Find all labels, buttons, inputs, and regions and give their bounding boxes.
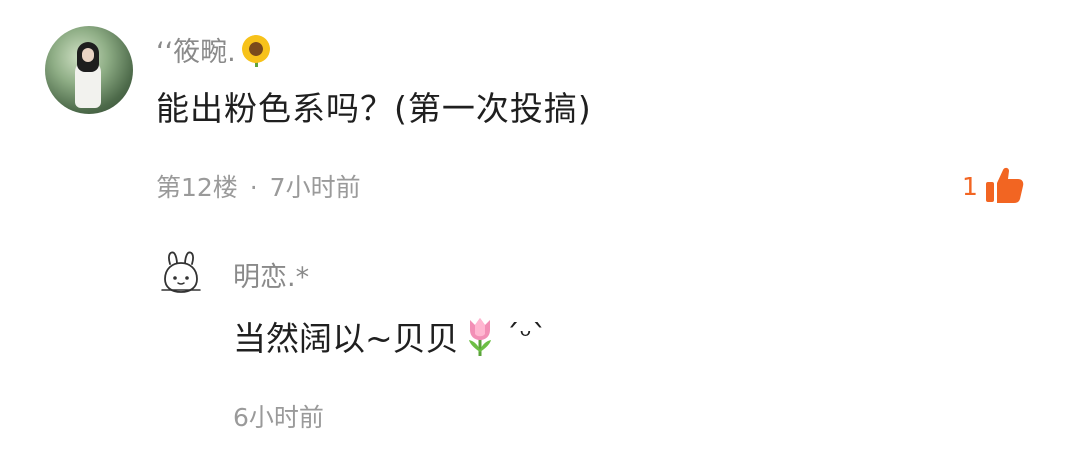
reply-text-body: 当然阔以~贝贝 [233, 319, 459, 358]
comment-thread: ‘‘筱畹. 能出粉色系吗？(第一次投搞) 第12楼 · 7小时前 1 明恋.* … [0, 0, 1080, 452]
sunflower-icon [241, 34, 270, 67]
like-button[interactable]: 1 [962, 166, 1026, 206]
thumbs-up-icon [985, 167, 1024, 203]
comment-text: 能出粉色系吗？(第一次投搞) [156, 89, 592, 128]
reply-time: 6小时前 [233, 403, 324, 432]
avatar[interactable] [45, 26, 133, 114]
comment-username[interactable]: ‘‘筱畹. [156, 30, 270, 69]
comment-time: 7小时前 [269, 173, 361, 202]
reply-text: 当然阔以~贝贝 ˊᵕˋ [233, 312, 547, 360]
reply-username[interactable]: 明恋.* [233, 255, 309, 294]
kaomoji: ˊᵕˋ [504, 318, 548, 354]
meta-separator: · [249, 173, 258, 202]
avatar-face [82, 48, 94, 62]
comment-meta: 第12楼 · 7小时前 [156, 168, 361, 204]
like-count: 1 [962, 171, 978, 201]
comment-floor: 第12楼 [156, 173, 238, 202]
comment-username-text: ‘‘筱畹. [156, 37, 236, 68]
reply-avatar[interactable] [158, 250, 204, 296]
tulip-icon [468, 318, 491, 356]
